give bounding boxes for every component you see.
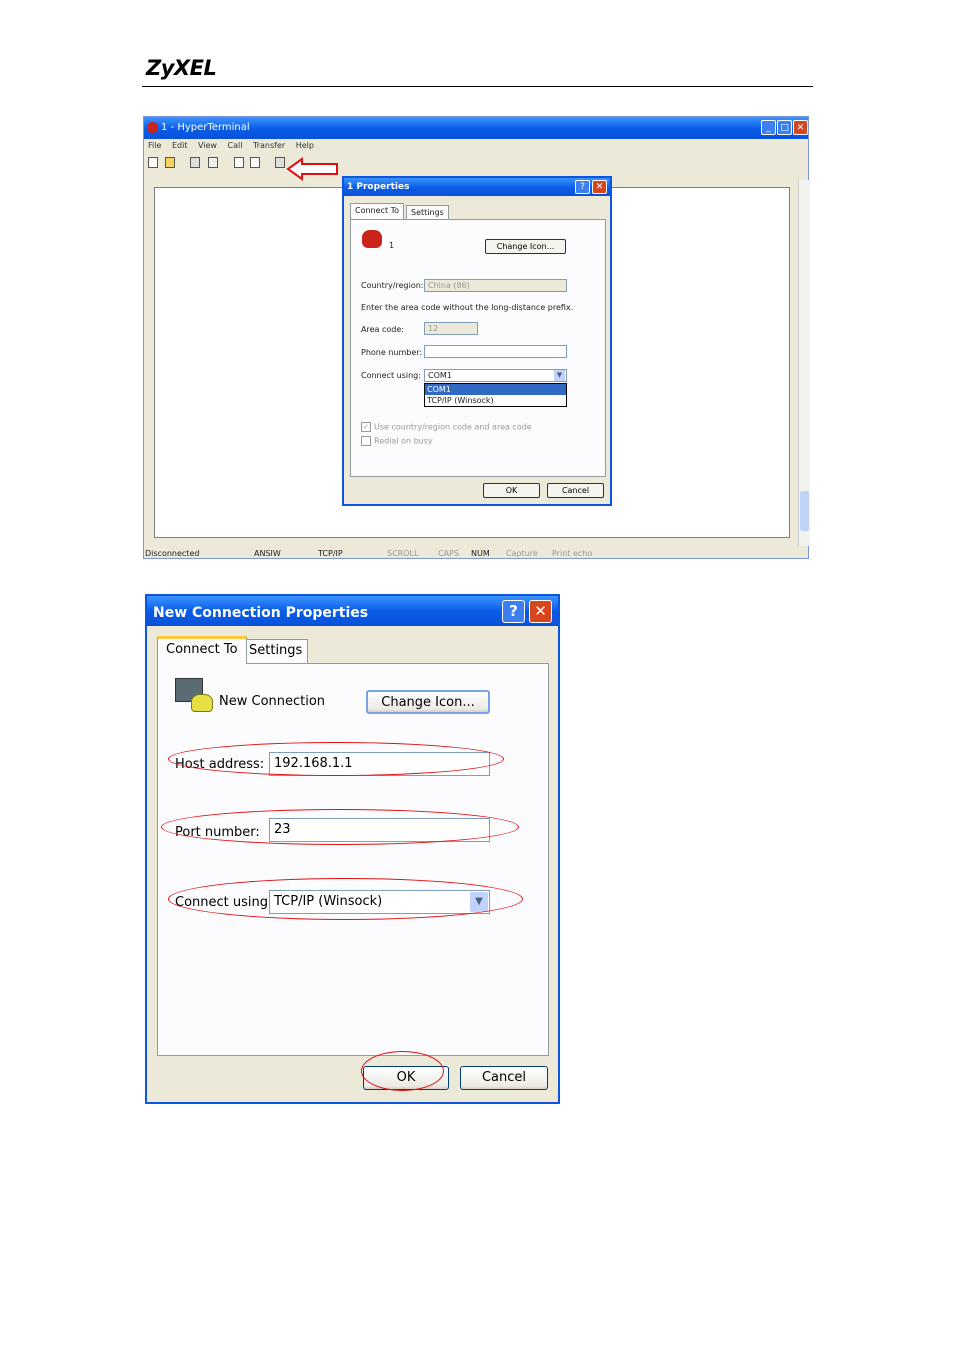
receive-icon[interactable] — [250, 157, 260, 168]
ok-button[interactable]: OK — [363, 1066, 449, 1090]
tab-connect-to[interactable]: Connect To — [157, 636, 247, 664]
hyperterminal-icon — [147, 122, 158, 133]
close-icon[interactable]: ✕ — [529, 600, 552, 623]
checkbox-icon: ✓ — [361, 422, 371, 432]
status-num: NUM — [471, 549, 490, 558]
cancel-button[interactable]: Cancel — [460, 1066, 548, 1090]
status-bar: Disconnected ANSIW TCP/IP SCROLL CAPS NU… — [144, 547, 808, 559]
status-protocol: TCP/IP — [318, 549, 343, 558]
properties-title-bar: 1 Properties ? ✕ — [344, 178, 610, 196]
scrollbar[interactable] — [798, 180, 810, 546]
chevron-down-icon[interactable]: ▼ — [554, 370, 565, 381]
redial-checkbox[interactable]: Redial on busy — [361, 436, 433, 446]
minimize-icon[interactable]: _ — [761, 120, 776, 135]
title-bar: 1 - HyperTerminal _ □ ✕ — [144, 117, 808, 139]
window-title: 1 - HyperTerminal — [161, 122, 250, 133]
dial-icon[interactable] — [190, 157, 200, 168]
phone-icon — [191, 694, 213, 712]
host-address-input[interactable]: 192.168.1.1 — [269, 752, 490, 776]
change-icon-button[interactable]: Change Icon... — [366, 690, 490, 714]
area-code-input[interactable]: 12 — [424, 322, 478, 335]
zyxel-logo: ZyXEL — [146, 56, 217, 80]
port-number-label: Port number: — [175, 825, 260, 840]
status-scroll: SCROLL — [387, 549, 419, 558]
phone-number-input[interactable] — [424, 345, 567, 358]
connection-name: 1 — [389, 241, 395, 250]
status-print-echo: Print echo — [552, 549, 593, 558]
properties-icon[interactable] — [275, 157, 285, 168]
open-icon[interactable] — [165, 157, 175, 168]
connect-to-panel — [157, 663, 549, 1056]
area-code-label: Area code: — [361, 325, 404, 334]
connect-using-list[interactable]: COM1 TCP/IP (Winsock) — [424, 383, 567, 407]
cancel-button[interactable]: Cancel — [547, 483, 604, 498]
new-icon[interactable] — [148, 157, 158, 168]
host-address-label: Host address: — [175, 757, 265, 772]
redial-label: Redial on busy — [374, 436, 433, 446]
tab-settings[interactable]: Settings — [406, 205, 449, 219]
connect-using-select[interactable]: COM1 ▼ — [424, 369, 567, 382]
maximize-icon[interactable]: □ — [777, 120, 792, 135]
option-tcpip[interactable]: TCP/IP (Winsock) — [425, 395, 566, 406]
country-select[interactable]: China (86) — [424, 279, 567, 292]
chevron-down-icon[interactable]: ▼ — [470, 892, 488, 912]
area-code-note: Enter the area code without the long-dis… — [361, 303, 574, 312]
option-com1[interactable]: COM1 — [425, 384, 566, 395]
status-connection: Disconnected — [145, 549, 200, 558]
use-country-checkbox[interactable]: ✓ Use country/region code and area code — [361, 422, 532, 432]
dialog-title-bar: New Connection Properties ? ✕ — [147, 596, 558, 626]
dialog-title: New Connection Properties — [153, 605, 369, 621]
properties-dialog: 1 Properties ? ✕ Connect To Settings 1 C… — [342, 176, 612, 506]
status-emulation: ANSIW — [254, 549, 281, 558]
menu-edit[interactable]: Edit — [172, 141, 188, 150]
connect-using-value: COM1 — [428, 371, 452, 380]
status-caps: CAPS — [438, 549, 459, 558]
connect-using-label: Connect using: — [175, 895, 273, 910]
send-icon[interactable] — [234, 157, 244, 168]
change-icon-button[interactable]: Change Icon... — [485, 239, 566, 254]
menu-help[interactable]: Help — [296, 141, 314, 150]
use-country-label: Use country/region code and area code — [374, 422, 532, 432]
port-number-input[interactable]: 23 — [269, 818, 490, 842]
help-icon[interactable]: ? — [575, 180, 590, 194]
close-icon[interactable]: ✕ — [793, 120, 808, 135]
menu-call[interactable]: Call — [228, 141, 243, 150]
tab-settings[interactable]: Settings — [243, 639, 309, 663]
connect-using-value: TCP/IP (Winsock) — [274, 894, 383, 909]
close-icon[interactable]: ✕ — [592, 180, 607, 194]
arrow-annotation-icon — [286, 157, 338, 181]
status-capture: Capture — [506, 549, 538, 558]
checkbox-icon — [361, 436, 371, 446]
connect-using-select[interactable]: TCP/IP (Winsock) ▼ — [269, 890, 490, 914]
menu-file[interactable]: File — [148, 141, 161, 150]
country-label: Country/region: — [361, 281, 424, 290]
connect-using-label: Connect using: — [361, 371, 421, 380]
help-icon[interactable]: ? — [502, 600, 525, 623]
phone-number-label: Phone number: — [361, 348, 423, 357]
tab-connect-to[interactable]: Connect To — [350, 203, 405, 219]
menu-transfer[interactable]: Transfer — [253, 141, 285, 150]
new-connection-dialog: New Connection Properties ? ✕ Connect To… — [145, 594, 560, 1104]
menu-view[interactable]: View — [198, 141, 217, 150]
ok-button[interactable]: OK — [483, 483, 540, 498]
phone-icon — [362, 230, 382, 248]
connection-name: New Connection — [219, 694, 326, 709]
menu-bar: File Edit View Call Transfer Help — [148, 141, 322, 150]
header-divider — [142, 86, 813, 87]
properties-title: 1 Properties — [347, 182, 410, 192]
scroll-thumb[interactable] — [800, 491, 809, 531]
disconnect-icon[interactable] — [208, 157, 218, 168]
